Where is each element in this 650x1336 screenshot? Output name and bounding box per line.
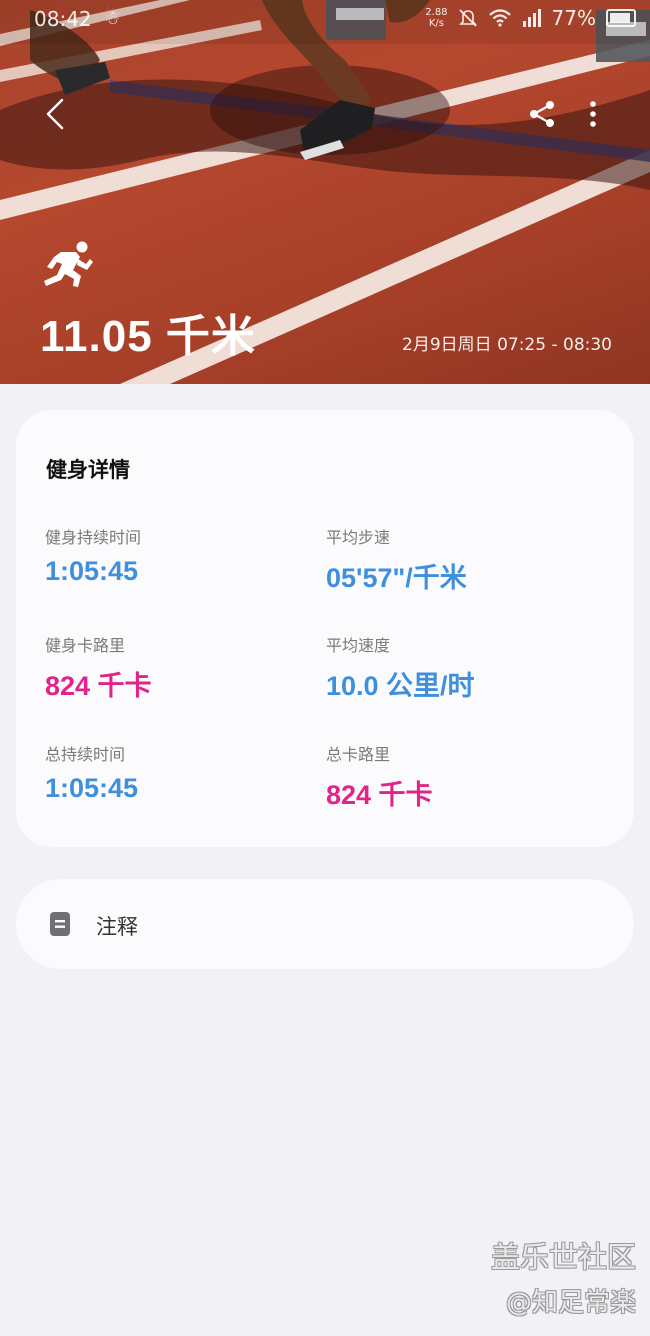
workout-date-range: 2月9日周日 07:25 - 08:30 (402, 335, 612, 355)
metric-workout-duration: 健身持续时间 1:05:45 (45, 524, 315, 587)
watermark-community: 盖乐世社区 (490, 1240, 636, 1274)
metric-value: 10.0 公里/时 (326, 671, 475, 701)
running-icon (44, 241, 93, 287)
mute-icon (458, 9, 477, 27)
metric-label: 总卡路里 (326, 745, 391, 764)
details-title: 健身详情 (46, 458, 130, 482)
metric-workout-calories: 健身卡路里 824 千卡 (45, 632, 315, 703)
metric-average-speed: 平均速度 10.0 公里/时 (326, 632, 596, 703)
workout-hero-header: 08:42 ☃ 2.88 K/s 77% 11.05 千米 2月9日周日 07:… (0, 0, 650, 384)
share-button[interactable] (524, 96, 560, 132)
metric-value: 824 千卡 (326, 780, 433, 810)
battery-icon (606, 9, 636, 27)
metric-average-pace: 平均步速 05'57"/千米 (326, 524, 596, 595)
status-bar: 08:42 ☃ 2.88 K/s 77% (0, 0, 650, 40)
workout-details-card: 健身详情 健身持续时间 1:05:45 平均步速 05'57"/千米 健身卡路里… (16, 410, 634, 847)
watermark-username: @知足常楽 (505, 1288, 636, 1318)
metric-value: 824 千卡 (45, 671, 152, 701)
metric-total-calories: 总卡路里 824 千卡 (326, 741, 596, 812)
metric-label: 健身卡路里 (45, 636, 126, 655)
metric-label: 总持续时间 (45, 745, 126, 764)
more-options-button[interactable] (578, 96, 608, 132)
metric-label: 平均速度 (326, 636, 391, 655)
battery-percent: 77% (551, 6, 596, 30)
back-button[interactable] (36, 92, 76, 136)
weibo-icon: ☃ (104, 8, 121, 29)
metric-label: 平均步速 (326, 528, 391, 547)
metric-value: 1:05:45 (45, 556, 139, 586)
signal-icon (522, 9, 541, 27)
wifi-icon (488, 9, 511, 27)
status-time: 08:42 (34, 7, 92, 31)
status-icons: 2.88 K/s 77% (425, 6, 636, 30)
note-label: 注释 (96, 915, 138, 939)
network-speed: 2.88 K/s (425, 7, 448, 29)
chevron-left-icon (46, 98, 64, 130)
metric-value: 1:05:45 (45, 773, 139, 803)
metric-total-duration: 总持续时间 1:05:45 (45, 741, 315, 804)
workout-distance: 11.05 千米 (40, 312, 256, 361)
more-vertical-icon (590, 101, 596, 127)
metric-value: 05'57"/千米 (326, 563, 467, 593)
metric-label: 健身持续时间 (45, 528, 142, 547)
add-note-button[interactable]: 注释 (16, 879, 634, 969)
note-icon (50, 912, 70, 936)
share-icon (530, 101, 554, 127)
